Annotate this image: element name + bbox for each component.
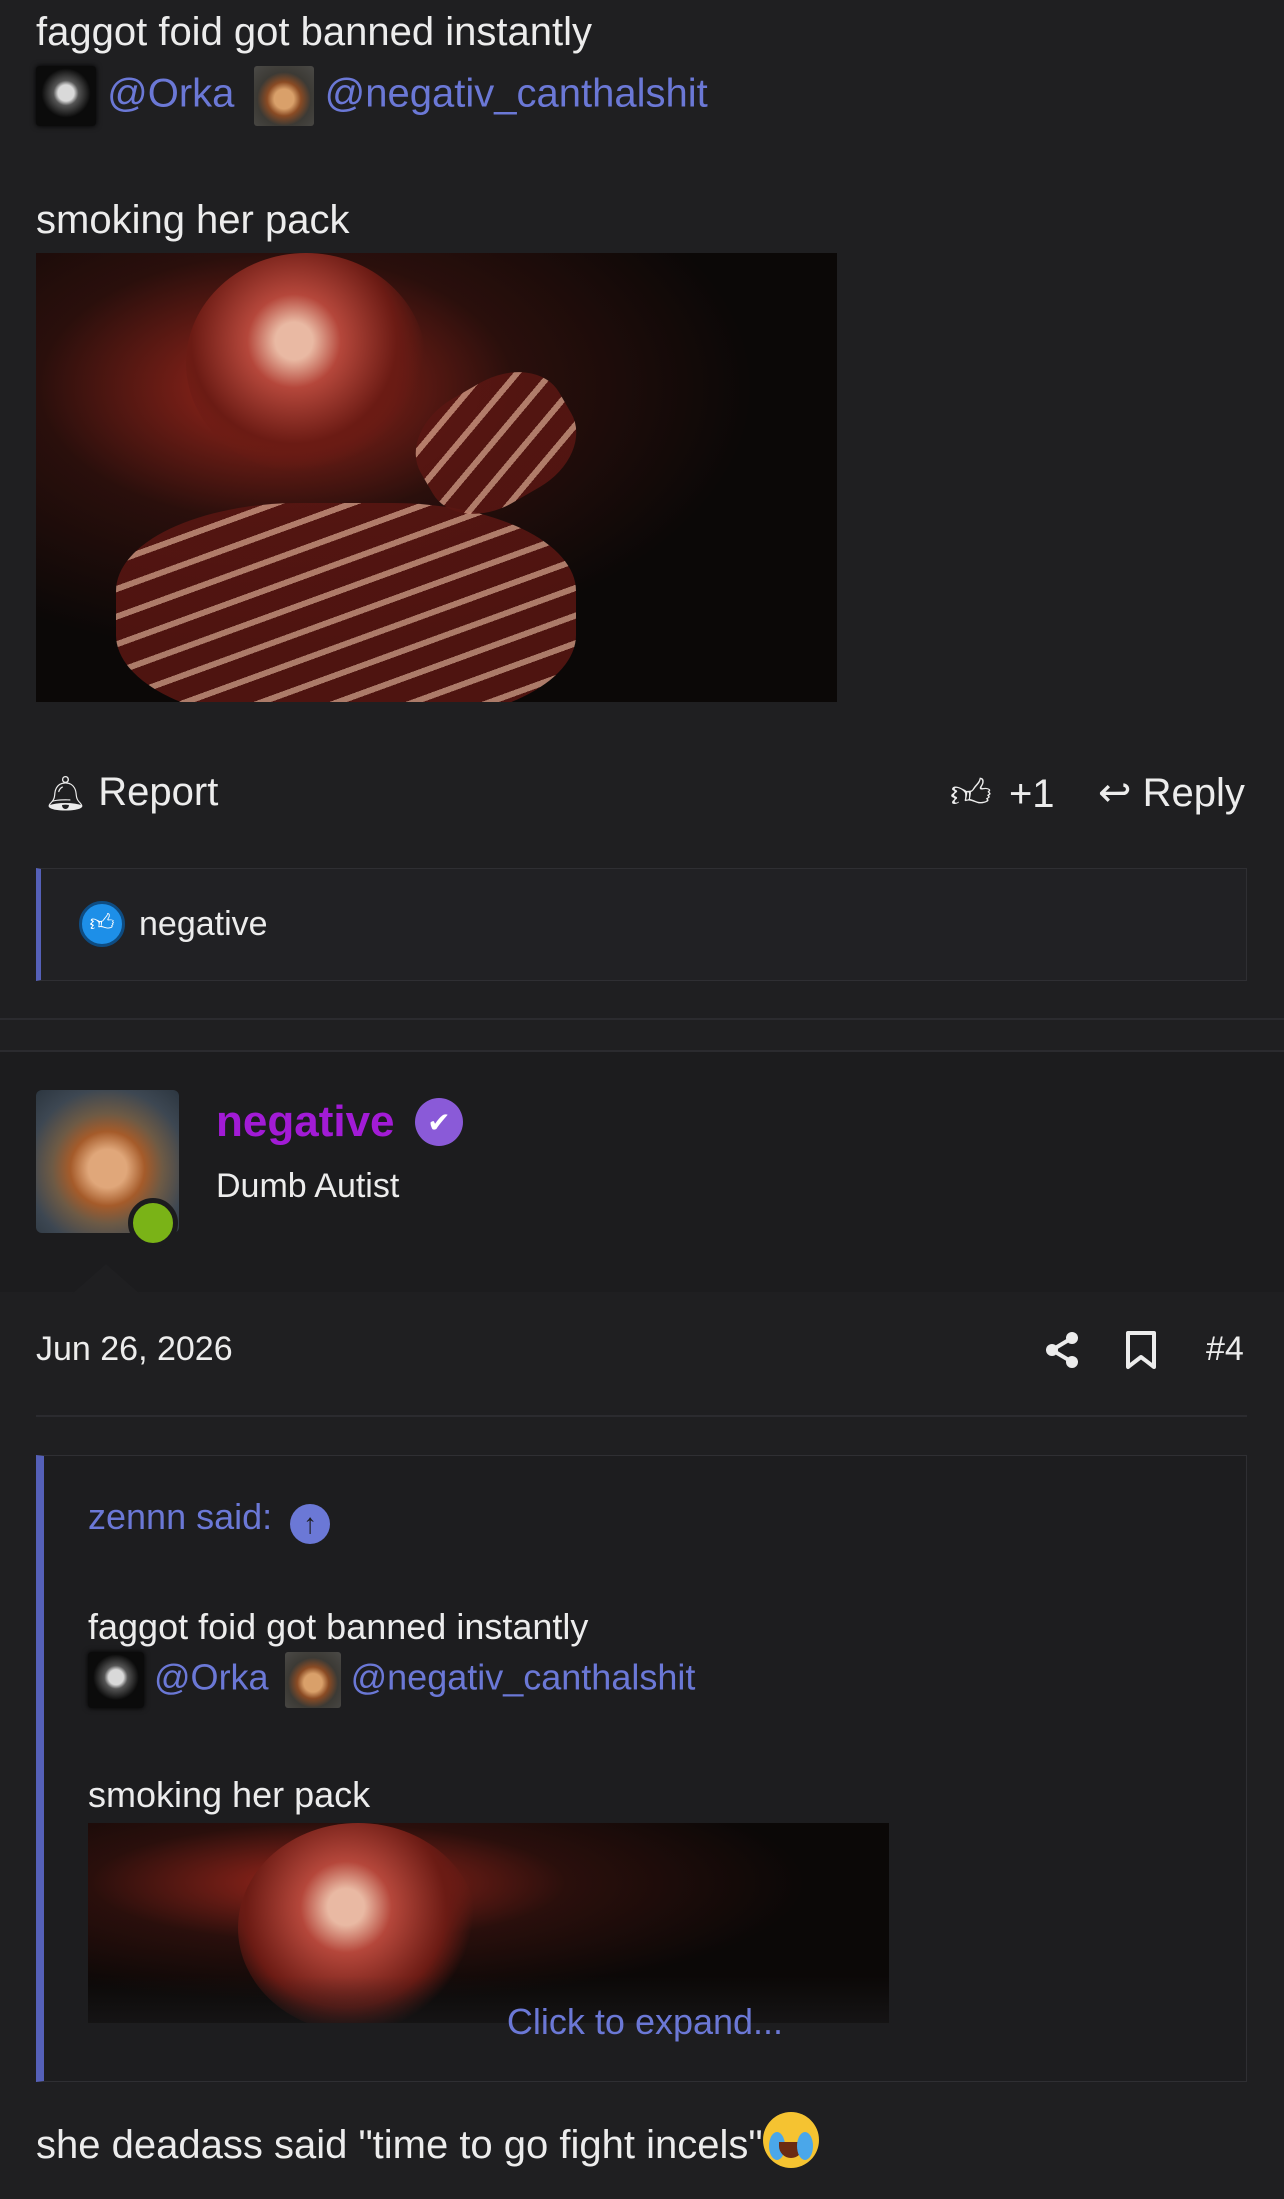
post-date[interactable]: Jun 26, 2026 <box>36 1330 233 1369</box>
image-caption: smoking her pack <box>36 198 350 242</box>
reply-button[interactable]: ↩︎ Reply <box>1098 770 1245 816</box>
quote-mention-line: @Orka @negativ_canthalshit <box>88 1652 695 1708</box>
quote-author[interactable]: zennn said: ↑ <box>88 1496 331 1544</box>
quote-caption: smoking her pack <box>88 1774 371 1815</box>
post-number[interactable]: #4 <box>1206 1330 1244 1369</box>
report-button[interactable]: 🔔︎ Report <box>44 770 218 815</box>
mention-negativ[interactable]: @negativ_canthalshit <box>351 1657 696 1698</box>
report-label: Report <box>98 770 219 814</box>
reaction-user[interactable]: negative <box>139 905 268 944</box>
username[interactable]: negative <box>216 1097 395 1147</box>
reply-text: she deadass said "time to go fight incel… <box>36 2123 763 2167</box>
post-line: faggot foid got banned instantly <box>36 10 592 54</box>
bookmark-icon[interactable] <box>1124 1330 1158 1379</box>
post-user-header: negative ✔ Dumb Autist <box>0 1052 1284 1292</box>
bell-icon: 🔔︎ <box>44 775 88 813</box>
crying-laughing-emoji-icon <box>762 2112 819 2168</box>
checkmark-badge-icon: ✔ <box>415 1098 463 1146</box>
arrow-up-circle-icon[interactable]: ↑ <box>290 1504 331 1544</box>
thumbs-up-reaction-icon: 👍︎ <box>79 901 125 947</box>
click-to-expand-link[interactable]: Click to expand... <box>44 2001 1246 2043</box>
mention-line: @Orka @negativ_canthalshit <box>36 66 708 126</box>
thumbs-up-icon: 👍︎ <box>950 772 992 816</box>
header-pointer <box>72 1264 140 1294</box>
reply-label: Reply <box>1142 771 1245 815</box>
quote-block: zennn said: ↑ faggot foid got banned inst… <box>36 1455 1247 2082</box>
mention-orka[interactable]: @Orka <box>154 1657 269 1698</box>
user-title: Dumb Autist <box>216 1167 400 1205</box>
like-count: +1 <box>1008 772 1055 816</box>
post-reply-text: she deadass said "time to go fight incel… <box>36 2112 819 2169</box>
like-button[interactable]: 👍︎ +1 <box>950 770 1055 818</box>
negative-avatar[interactable] <box>253 66 314 126</box>
negative-avatar[interactable] <box>284 1652 341 1708</box>
skeleton-smoking-gif[interactable] <box>36 253 837 702</box>
reactions-bar[interactable]: 👍︎ negative <box>36 868 1247 981</box>
meta-divider <box>36 1415 1247 1417</box>
orka-avatar[interactable] <box>88 1652 144 1708</box>
mention-orka[interactable]: @Orka <box>107 72 234 116</box>
quote-line: faggot foid got banned instantly <box>88 1606 589 1647</box>
reply-arrow-icon: ↩︎ <box>1098 771 1132 815</box>
post-divider <box>0 1018 1284 1020</box>
orka-avatar[interactable] <box>36 66 96 126</box>
online-status-indicator <box>128 1198 178 1248</box>
mention-negativ[interactable]: @negativ_canthalshit <box>325 72 708 116</box>
share-icon[interactable] <box>1042 1330 1082 1380</box>
quote-author-label: zennn said: <box>88 1496 273 1537</box>
